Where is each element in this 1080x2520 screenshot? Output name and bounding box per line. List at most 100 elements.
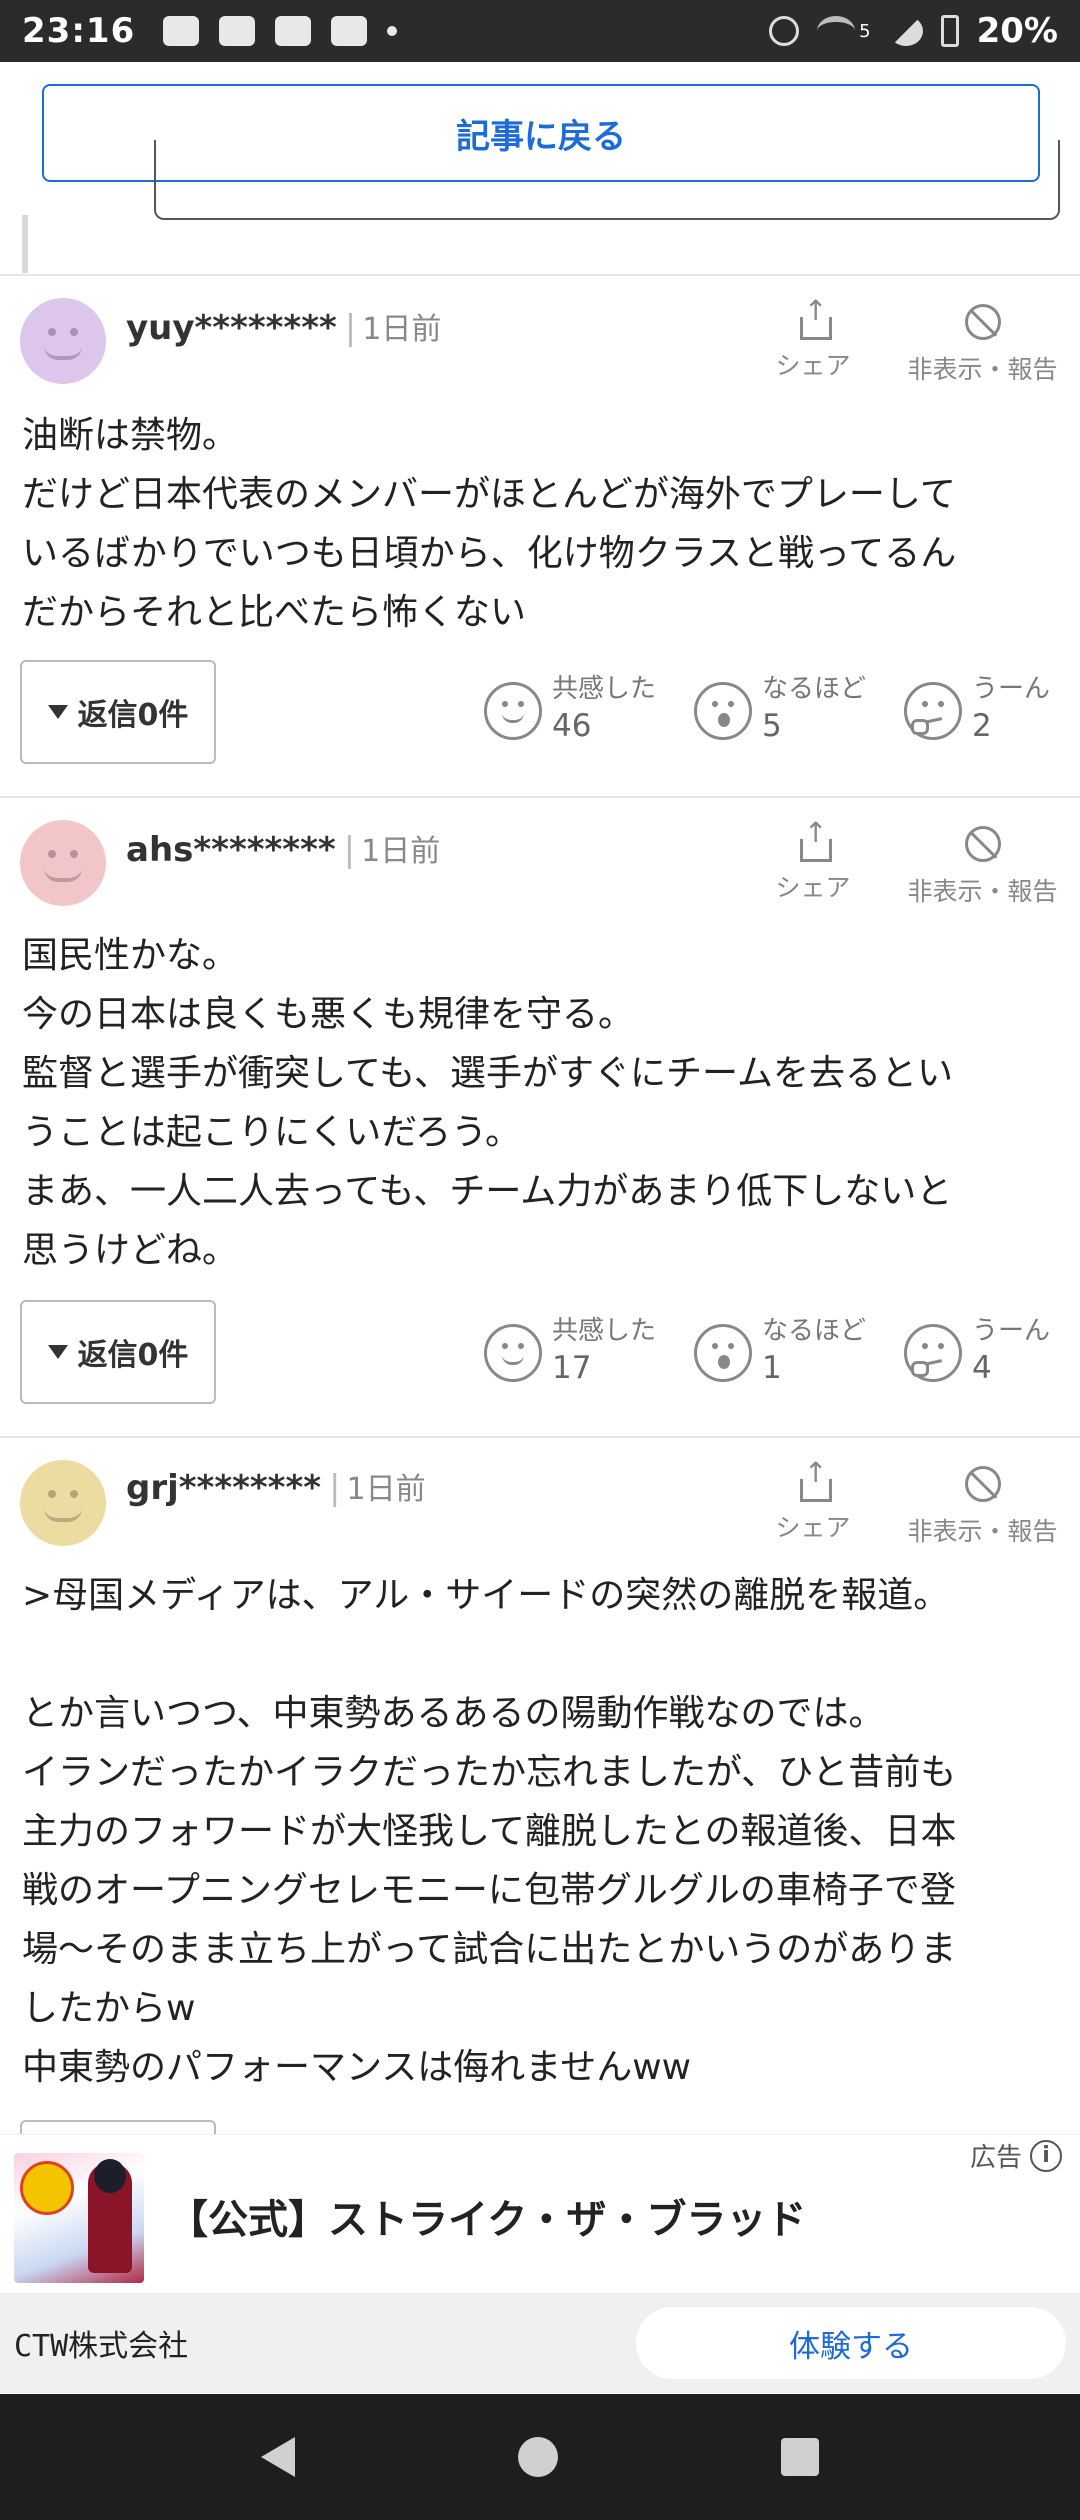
reply-toggle-button[interactable]: 返信0件 [20, 660, 216, 764]
comment-line: 場〜そのまま立ち上がって試合に出たとかいうのがありま [22, 1929, 957, 1970]
info-icon[interactable]: i [1030, 2139, 1062, 2172]
share-icon [798, 816, 832, 862]
hide-report-label: 非表示・報告 [907, 877, 1058, 906]
ad-advertiser: CTW株式会社 [14, 2329, 189, 2364]
notification-icons [163, 16, 398, 46]
comment-time: 1日前 [346, 1472, 426, 1507]
reaction-label: 共感した [552, 674, 657, 704]
hide-report-button[interactable]: 非表示・報告 [900, 826, 1065, 908]
share-icon [798, 1456, 832, 1502]
smile-icon [484, 682, 542, 740]
comment-line: 油断は禁物。 [22, 415, 239, 456]
avatar [20, 1460, 106, 1546]
anime-character-icon [88, 2159, 132, 2273]
reaction-insight-button[interactable]: なるほど 5 [694, 668, 874, 748]
share-button[interactable]: シェア [768, 816, 858, 904]
reaction-hmm-button[interactable]: うーん 4 [904, 1310, 1074, 1390]
surprised-icon [694, 1324, 752, 1382]
username-text[interactable]: grj******** [126, 1468, 321, 1508]
ad-label[interactable]: 広告 i [970, 2137, 1062, 2174]
more-notifications-icon [387, 26, 398, 36]
comment-line: 監督と選手が衝突しても、選手がすぐにチームを去るとい [22, 1053, 953, 1094]
comment-body: 国民性かな。 今の日本は良くも悪くも規律を守る。 監督と選手が衝突しても、選手が… [22, 926, 1062, 1280]
comment-card: grj********|1日前 シェア 非表示・報告 >母国メディアは、アル・サ… [0, 1436, 1080, 2140]
comment-line: したからw [22, 1988, 196, 2029]
share-icon [798, 294, 832, 340]
signal-icon [888, 16, 923, 46]
battery-percent: 20% [976, 11, 1058, 51]
hide-report-label: 非表示・報告 [907, 1517, 1058, 1546]
reaction-empathy-button[interactable]: 共感した 17 [484, 1310, 664, 1390]
comment-line: >母国メディアは、アル・サイードの突然の離脱を報道。 [22, 1575, 950, 1616]
avatar [20, 298, 106, 384]
reaction-count: 4 [972, 1350, 992, 1386]
comment-username[interactable]: grj******** | 1日前 [126, 1464, 426, 1508]
comment-body: 油断は禁物。 だけど日本代表のメンバーがほとんどが海外でプレーして いるばかりで… [22, 406, 1062, 642]
comment-time: 1日前 [361, 834, 441, 869]
comment-line: 主力のフォワードが大怪我して離脱したとの報道後、日本 [22, 1811, 957, 1852]
reaction-count: 2 [972, 708, 992, 744]
comment-line: 中東勢のパフォーマンスは侮れませんww [22, 2047, 692, 2088]
comment-line [22, 1625, 1062, 1684]
comment-username[interactable]: ahs******** | 1日前 [126, 826, 440, 870]
reply-count-label: 返信0件 [77, 1338, 189, 1373]
share-button[interactable]: シェア [768, 294, 858, 382]
surprised-icon [694, 682, 752, 740]
game-controller-icon [163, 16, 200, 46]
block-icon [964, 1466, 1001, 1502]
ad-title[interactable]: 【公式】ストライク・ザ・ブラッド [168, 2187, 806, 2245]
thinking-icon [904, 1324, 962, 1382]
share-label: シェア [775, 873, 851, 902]
comment-username[interactable]: yuy******** | 1日前 [126, 304, 441, 348]
comment-line: 思うけどね。 [22, 1230, 239, 1271]
battery-icon [940, 15, 959, 47]
ad-badge-icon [20, 2161, 74, 2215]
ad-cta-button[interactable]: 体験する [636, 2307, 1066, 2379]
comment-card: ahs********|1日前 シェア 非表示・報告 国民性かな。 今の日本は良… [0, 796, 1080, 1436]
username-text[interactable]: ahs******** [126, 830, 336, 870]
reaction-label: なるほど [762, 1316, 867, 1346]
comment-time: 1日前 [362, 312, 442, 347]
reply-input-partial[interactable] [154, 140, 1060, 220]
comment-line: 戦のオープニングセレモニーに包帯グルグルの車椅子で登 [22, 1870, 956, 1911]
nav-recents-icon[interactable] [780, 2438, 819, 2476]
username-text[interactable]: yuy******** [126, 308, 337, 348]
reaction-label: 共感した [552, 1316, 657, 1346]
nav-back-icon[interactable] [261, 2437, 296, 2477]
comment-line: イランだったかイラクだったか忘れましたが、ひと昔前も [22, 1752, 957, 1793]
reaction-label: うーん [972, 674, 1051, 704]
share-label: シェア [775, 351, 851, 380]
wifi-icon [817, 16, 856, 46]
reaction-count: 46 [552, 708, 592, 744]
comment-card: yuy********|1日前 シェア 非表示・報告 油断は禁物。 だけど日本代… [0, 274, 1080, 796]
hide-report-button[interactable]: 非表示・報告 [900, 304, 1065, 386]
hide-report-button[interactable]: 非表示・報告 [900, 1466, 1065, 1548]
hide-report-label: 非表示・報告 [907, 355, 1058, 384]
reaction-count: 5 [762, 708, 782, 744]
system-nav-bar [0, 2394, 1080, 2520]
comment-line: だけど日本代表のメンバーがほとんどが海外でプレーして [22, 474, 956, 515]
caret-down-icon [47, 1345, 68, 1359]
status-time: 23:16 [22, 11, 136, 51]
game-controller-icon [275, 16, 312, 46]
comment-line: とか言いつつ、中東勢あるあるの陽動作戦なのでは。 [22, 1693, 885, 1734]
reaction-empathy-button[interactable]: 共感した 46 [484, 668, 664, 748]
reply-toggle-button[interactable]: 返信0件 [20, 1300, 216, 1404]
status-indicators: 5 20% [769, 11, 1058, 51]
share-label: シェア [775, 1513, 851, 1542]
avatar [20, 820, 106, 906]
reaction-insight-button[interactable]: なるほど 1 [694, 1310, 874, 1390]
reaction-hmm-button[interactable]: うーん 2 [904, 668, 1074, 748]
reply-count-label: 返信0件 [77, 698, 189, 733]
comment-line: いるばかりでいつも日頃から、化け物クラスと戦ってるん [22, 533, 957, 574]
block-icon [964, 304, 1001, 340]
smile-icon [484, 1324, 542, 1382]
share-button[interactable]: シェア [768, 1456, 858, 1544]
comment-line: うことは起こりにくいだろう。 [22, 1112, 521, 1153]
ad-thumbnail[interactable] [14, 2153, 144, 2283]
youtube-icon [331, 16, 368, 46]
thinking-icon [904, 682, 962, 740]
ad-banner[interactable]: 広告 i 【公式】ストライク・ザ・ブラッド CTW株式会社 体験する [0, 2134, 1080, 2394]
nav-home-icon[interactable] [517, 2437, 558, 2477]
comment-body: >母国メディアは、アル・サイードの突然の離脱を報道。 とか言いつつ、中東勢あるあ… [22, 1566, 1062, 2097]
